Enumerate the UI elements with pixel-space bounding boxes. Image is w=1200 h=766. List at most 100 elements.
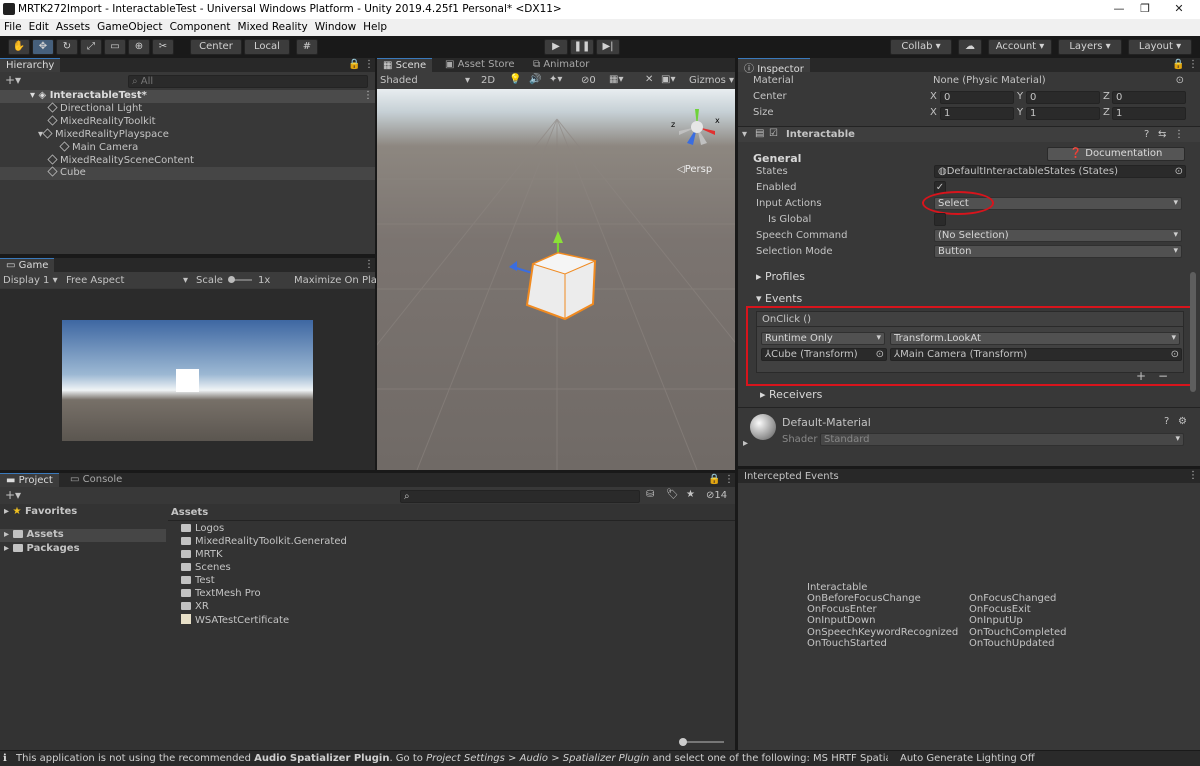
is-global-checkbox[interactable] xyxy=(934,213,946,226)
filter-type-icon[interactable]: ⛁ xyxy=(646,489,654,500)
grid-toggle-icon[interactable]: ▦▾ xyxy=(609,74,623,85)
filter-label-icon[interactable]: 🏷 xyxy=(666,489,679,500)
asset-item[interactable]: Test xyxy=(181,575,215,588)
menu-edit[interactable]: Edit xyxy=(25,19,52,33)
project-search-input[interactable]: ⌕ xyxy=(400,490,640,503)
center-y-field[interactable]: 0 xyxy=(1026,91,1100,104)
kebab-menu-icon[interactable]: ⋮ xyxy=(1174,129,1184,140)
mode-2d-toggle[interactable]: 2D xyxy=(481,75,495,86)
kebab-menu-icon[interactable]: ⋮ xyxy=(364,259,374,270)
kebab-menu-icon[interactable]: ⋮ xyxy=(364,59,374,70)
custom-tool-icon[interactable]: ✂ xyxy=(152,39,174,55)
tab-inspector[interactable]: ⓘ Inspector xyxy=(738,58,810,75)
audio-icon[interactable]: 🔊 xyxy=(529,74,541,85)
asset-item[interactable]: Logos xyxy=(181,523,224,536)
menu-mixed-reality[interactable]: Mixed Reality xyxy=(234,19,311,33)
size-z-field[interactable]: 1 xyxy=(1112,107,1186,120)
menu-file[interactable]: File xyxy=(0,19,25,33)
tools-icon[interactable]: ✕ xyxy=(645,74,653,85)
pause-button[interactable]: ❚❚ xyxy=(570,39,594,55)
camera-icon[interactable]: ▣▾ xyxy=(661,74,675,85)
hierarchy-item-selected[interactable]: Cube xyxy=(0,166,375,180)
component-enabled-checkbox[interactable]: ☑ xyxy=(769,128,778,139)
asset-item[interactable]: TextMesh Pro xyxy=(181,588,261,601)
hidden-packages-icon[interactable]: ⊘14 xyxy=(706,490,727,501)
tab-console[interactable]: ▭ Console xyxy=(64,473,129,487)
tab-animator[interactable]: ⧉ Animator xyxy=(527,58,596,72)
icon-size-slider[interactable] xyxy=(682,741,724,743)
move-tool-icon[interactable]: ✥ xyxy=(32,39,54,55)
shader-dropdown[interactable]: Standard xyxy=(820,433,1184,446)
scene-menu-icon[interactable]: ⋮ xyxy=(363,90,373,101)
collab-dropdown[interactable]: Collab ▾ xyxy=(890,39,952,55)
game-render[interactable] xyxy=(62,320,313,441)
display-dropdown[interactable]: Display 1 ▾ xyxy=(3,275,58,286)
center-x-field[interactable]: 0 xyxy=(940,91,1014,104)
kebab-menu-icon[interactable]: ⋮ xyxy=(1188,59,1198,70)
material-field[interactable]: None (Physic Material) ⊙ xyxy=(930,75,1186,88)
inspector-scrollbar[interactable] xyxy=(1190,272,1196,392)
menu-window[interactable]: Window xyxy=(311,19,359,33)
orientation-gizmo-icon[interactable]: z x xyxy=(671,101,725,155)
status-message[interactable]: This application is not using the recomm… xyxy=(16,753,888,764)
transform-tool-icon[interactable]: ⊕ xyxy=(128,39,150,55)
asset-item[interactable]: MixedRealityToolkit.Generated xyxy=(181,536,347,549)
grid-snap-icon[interactable]: # xyxy=(296,39,318,55)
size-x-field[interactable]: 1 xyxy=(940,107,1014,120)
menu-component[interactable]: Component xyxy=(166,19,234,33)
lock-icon[interactable]: 🔒 xyxy=(348,59,360,70)
play-button[interactable]: ▶ xyxy=(544,39,568,55)
menu-gameobject[interactable]: GameObject xyxy=(93,19,165,33)
kebab-menu-icon[interactable]: ⋮ xyxy=(1188,470,1198,481)
rect-tool-icon[interactable]: ▭ xyxy=(104,39,126,55)
hierarchy-item[interactable]: ▾ MixedRealityPlayspace xyxy=(38,128,169,142)
breadcrumb[interactable]: Assets xyxy=(171,507,208,518)
hierarchy-item[interactable]: MixedRealityToolkit xyxy=(47,115,156,129)
lock-icon[interactable]: 🔒 xyxy=(708,474,720,485)
center-z-field[interactable]: 0 xyxy=(1112,91,1186,104)
kebab-menu-icon[interactable]: ⋮ xyxy=(724,474,734,485)
foldout-arrow-icon[interactable]: ▾ xyxy=(742,129,747,140)
asset-item[interactable]: WSATestCertificate xyxy=(181,614,289,627)
scene-viewport[interactable]: z x ◁Persp xyxy=(377,89,735,470)
hidden-objects-icon[interactable]: ⊘0 xyxy=(581,75,596,86)
help-icon[interactable]: ? xyxy=(1164,416,1169,427)
selection-mode-dropdown[interactable]: Button xyxy=(934,245,1182,258)
auto-lighting-status[interactable]: Auto Generate Lighting Off xyxy=(900,753,1035,764)
shading-dropdown[interactable]: Shaded ▾ xyxy=(380,75,470,86)
persp-label[interactable]: ◁Persp xyxy=(677,164,712,175)
icon-size-slider-thumb[interactable] xyxy=(679,738,687,746)
packages-tree-item[interactable]: ▸ Packages xyxy=(4,543,80,554)
account-dropdown[interactable]: Account ▾ xyxy=(988,39,1052,55)
tab-asset-store[interactable]: ▣ Asset Store xyxy=(439,58,521,72)
tab-project[interactable]: ▬ Project xyxy=(0,473,59,487)
size-y-field[interactable]: 1 xyxy=(1026,107,1100,120)
help-icon[interactable]: ? xyxy=(1144,129,1149,140)
aspect-dropdown[interactable]: Free Aspect ▾ xyxy=(66,275,188,286)
preset-icon[interactable]: ⇆ xyxy=(1158,129,1166,140)
scene-row[interactable]: ▾ ◈ InteractableTest* ⋮ xyxy=(0,90,375,103)
close-icon[interactable]: ✕ xyxy=(1164,2,1194,15)
lock-icon[interactable]: 🔒 xyxy=(1172,59,1184,70)
speech-command-dropdown[interactable]: (No Selection) xyxy=(934,229,1182,242)
pivot-local-button[interactable]: Local xyxy=(244,39,290,55)
maximize-on-play-toggle[interactable]: Maximize On Play xyxy=(294,275,383,286)
states-field[interactable]: ◍DefaultInteractableStates (States) ⊙ xyxy=(934,165,1186,178)
asset-item[interactable]: MRTK xyxy=(181,549,223,562)
hand-tool-icon[interactable]: ✋ xyxy=(8,39,30,55)
gizmos-dropdown[interactable]: Gizmos ▾ xyxy=(689,75,734,86)
assets-tree-item[interactable]: ▸ Assets xyxy=(0,529,166,542)
receivers-foldout[interactable]: ▸ Receivers xyxy=(760,388,822,401)
effects-icon[interactable]: ✦▾ xyxy=(549,74,562,85)
add-icon[interactable]: +▾ xyxy=(5,488,21,502)
scale-tool-icon[interactable]: ⤢ xyxy=(80,39,102,55)
hierarchy-item[interactable]: Directional Light xyxy=(47,102,142,116)
profiles-foldout[interactable]: ▸ Profiles xyxy=(756,270,805,283)
menu-assets[interactable]: Assets xyxy=(52,19,93,33)
interactable-component-header[interactable]: ▾ ▤ ☑ Interactable ? ⇆ ⋮ xyxy=(738,126,1200,142)
rotate-tool-icon[interactable]: ↻ xyxy=(56,39,78,55)
favorite-icon[interactable]: ★ xyxy=(686,489,695,500)
asset-item[interactable]: XR xyxy=(181,601,209,614)
tab-hierarchy[interactable]: Hierarchy xyxy=(0,58,61,72)
maximize-icon[interactable]: ❐ xyxy=(1130,2,1160,15)
